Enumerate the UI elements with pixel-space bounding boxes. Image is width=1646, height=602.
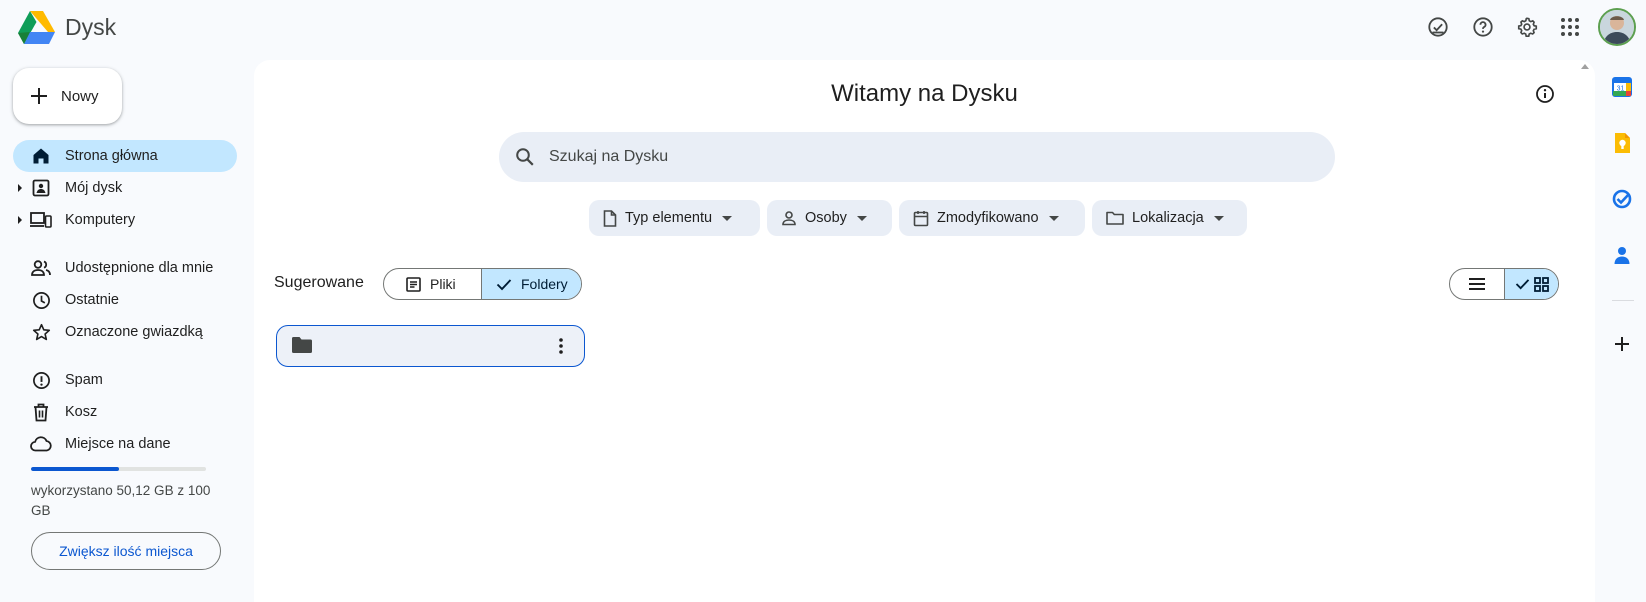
filter-people-label: Osoby bbox=[805, 210, 847, 226]
check-icon bbox=[496, 278, 512, 291]
grid-view-icon bbox=[1533, 276, 1549, 292]
new-button[interactable]: Nowy bbox=[13, 68, 122, 124]
sidebar-item-trash[interactable]: Kosz bbox=[13, 396, 237, 428]
sidebar-item-label: Oznaczone gwiazdką bbox=[65, 324, 203, 340]
grid-view-button[interactable] bbox=[1505, 269, 1558, 299]
folder-outline-icon bbox=[1106, 211, 1124, 225]
cloud-icon bbox=[30, 433, 52, 455]
dropdown-arrow-icon bbox=[1213, 215, 1224, 221]
view-mode-toggle bbox=[1449, 268, 1559, 300]
sidebar-item-label: Udostępnione dla mnie bbox=[65, 260, 214, 276]
computers-icon bbox=[30, 209, 52, 231]
tasks-app-icon[interactable] bbox=[1611, 188, 1633, 210]
filter-modified-chip[interactable]: Zmodyfikowano bbox=[899, 200, 1085, 236]
check-icon bbox=[1515, 279, 1529, 290]
segment-files-label: Pliki bbox=[430, 276, 456, 292]
sidebar-item-computers[interactable]: Komputery bbox=[13, 204, 237, 236]
segment-files-button[interactable]: Pliki bbox=[384, 269, 482, 299]
sidebar-item-shared[interactable]: Udostępnione dla mnie bbox=[13, 252, 237, 284]
star-icon bbox=[30, 321, 52, 343]
contacts-app-icon[interactable] bbox=[1611, 244, 1633, 266]
document-icon bbox=[406, 276, 421, 292]
folder-card[interactable] bbox=[276, 325, 585, 367]
keep-app-icon[interactable] bbox=[1611, 132, 1633, 154]
sidebar-item-label: Mój dysk bbox=[65, 180, 123, 196]
ready-for-offline-icon[interactable] bbox=[1425, 14, 1451, 40]
sidebar-item-label: Kosz bbox=[65, 404, 98, 420]
rail-divider bbox=[1612, 300, 1634, 301]
calendar-icon bbox=[913, 210, 929, 227]
segment-folders-label: Foldery bbox=[521, 276, 568, 292]
list-view-icon bbox=[1469, 278, 1485, 290]
filter-modified-label: Zmodyfikowano bbox=[937, 210, 1039, 226]
sidebar-item-spam[interactable]: Spam bbox=[13, 364, 237, 396]
new-button-label: Nowy bbox=[61, 87, 99, 105]
add-app-icon[interactable] bbox=[1611, 333, 1633, 355]
storage-usage-text: wykorzystano 50,12 GB z 100 GB bbox=[31, 483, 211, 518]
search-icon bbox=[515, 147, 535, 167]
sidebar-item-label: Strona główna bbox=[65, 148, 158, 164]
top-bar: Dysk bbox=[0, 0, 1646, 56]
sidebar-item-storage[interactable]: Miejsce na dane bbox=[13, 428, 237, 460]
list-view-button[interactable] bbox=[1450, 269, 1505, 299]
filter-type-label: Typ elementu bbox=[625, 210, 713, 226]
apps-grid-icon[interactable] bbox=[1557, 14, 1583, 40]
sidebar-item-label: Ostatnie bbox=[65, 292, 119, 308]
sidebar-item-home[interactable]: Strona główna bbox=[13, 140, 237, 172]
dropdown-arrow-icon bbox=[722, 215, 733, 221]
search-bar[interactable] bbox=[499, 132, 1335, 182]
expand-caret-icon[interactable] bbox=[18, 184, 22, 192]
scroll-up-arrow-icon[interactable] bbox=[1581, 64, 1589, 69]
account-avatar[interactable] bbox=[1598, 8, 1636, 46]
filter-people-chip[interactable]: Osoby bbox=[767, 200, 892, 236]
clock-icon bbox=[30, 289, 52, 311]
page-title: Witamy na Dysku bbox=[831, 80, 1018, 107]
drive-logo-icon[interactable] bbox=[18, 10, 55, 44]
person-icon bbox=[781, 210, 797, 226]
calendar-app-icon[interactable]: 31 bbox=[1611, 76, 1633, 98]
dropdown-arrow-icon bbox=[856, 215, 867, 221]
my-drive-icon bbox=[30, 177, 52, 199]
suggested-heading: Sugerowane bbox=[274, 274, 364, 291]
expand-caret-icon[interactable] bbox=[18, 216, 22, 224]
settings-icon[interactable] bbox=[1514, 14, 1540, 40]
filter-type-chip[interactable]: Typ elementu bbox=[589, 200, 760, 236]
folder-icon bbox=[291, 336, 313, 354]
sidebar-item-label: Komputery bbox=[65, 212, 136, 228]
help-icon[interactable] bbox=[1470, 14, 1496, 40]
spam-icon bbox=[30, 369, 52, 391]
upgrade-storage-button[interactable]: Zwiększ ilość miejsca bbox=[31, 532, 221, 570]
info-icon[interactable] bbox=[1535, 84, 1555, 104]
storage-progress-bar bbox=[31, 467, 206, 471]
home-icon bbox=[30, 145, 52, 167]
suggested-type-toggle: Pliki Foldery bbox=[383, 268, 582, 300]
file-icon bbox=[603, 209, 617, 227]
filter-location-label: Lokalizacja bbox=[1132, 210, 1204, 226]
main-panel: Witamy na Dysku Typ elementu Osoby Zmody… bbox=[254, 60, 1595, 602]
segment-folders-button[interactable]: Foldery bbox=[482, 269, 581, 299]
search-input[interactable] bbox=[549, 148, 1249, 166]
sidebar-item-label: Spam bbox=[65, 372, 103, 388]
more-options-icon[interactable] bbox=[557, 336, 565, 356]
filter-location-chip[interactable]: Lokalizacja bbox=[1092, 200, 1247, 236]
sidebar-item-starred[interactable]: Oznaczone gwiazdką bbox=[13, 316, 237, 348]
sidebar-item-my-drive[interactable]: Mój dysk bbox=[13, 172, 237, 204]
svg-text:31: 31 bbox=[1617, 86, 1625, 93]
app-title: Dysk bbox=[65, 14, 117, 40]
plus-icon bbox=[31, 88, 47, 104]
sidebar-item-recent[interactable]: Ostatnie bbox=[13, 284, 237, 316]
sidebar-item-label: Miejsce na dane bbox=[65, 436, 171, 452]
shared-icon bbox=[30, 257, 52, 279]
dropdown-arrow-icon bbox=[1048, 215, 1059, 221]
trash-icon bbox=[30, 401, 52, 423]
storage-progress-fill bbox=[31, 467, 119, 471]
